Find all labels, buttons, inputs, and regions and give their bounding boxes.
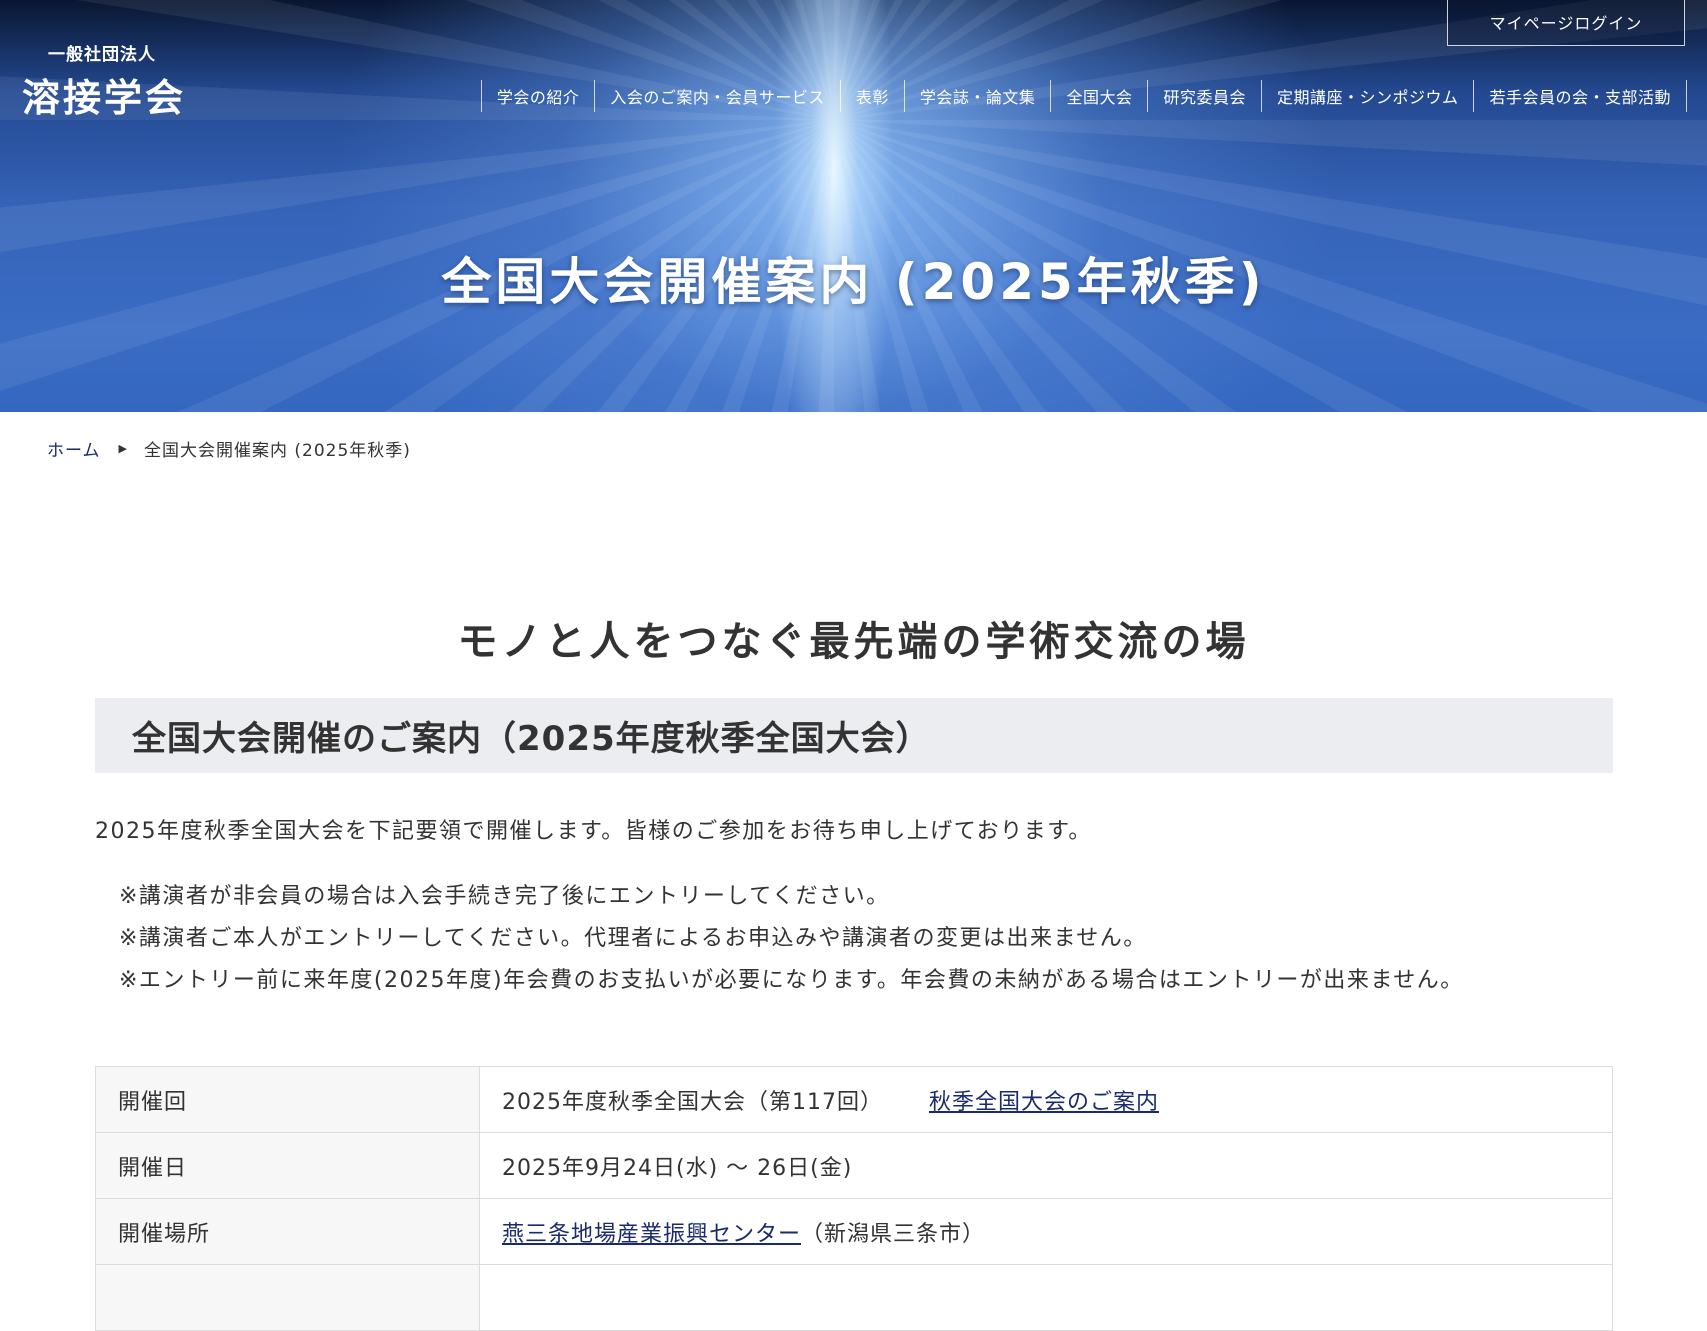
row-value (479, 1264, 1613, 1331)
nav-item-about[interactable]: 学会の紹介 (480, 80, 595, 112)
venue-link[interactable]: 燕三条地場産業振興センター (502, 1222, 801, 1247)
note-item: ※講演者が非会員の場合は入会手続き完了後にエントリーしてください。 (119, 884, 890, 909)
nav-item-young-members-branches[interactable]: 若手会員の会・支部活動 (1473, 80, 1687, 112)
table-row (95, 1264, 1613, 1331)
section-heading: 全国大会開催のご案内（2025年度秋季全国大会） (95, 698, 1613, 773)
nav-item-awards[interactable]: 表彰 (839, 80, 904, 112)
mypage-login-button[interactable]: マイページログイン (1447, 0, 1685, 46)
breadcrumb-home-link[interactable]: ホーム (47, 436, 101, 461)
session-name: 2025年度秋季全国大会（第117回） (502, 1089, 883, 1115)
venue-location: （新潟県三条市） (801, 1221, 986, 1247)
nav-item-research-committees[interactable]: 研究委員会 (1147, 80, 1261, 112)
row-label (95, 1264, 480, 1331)
breadcrumb-arrow-icon: ▶ (118, 442, 128, 455)
global-nav: 学会の紹介 入会のご案内・会員サービス 表彰 学会誌・論文集 全国大会 研究委員… (480, 80, 1687, 112)
nav-item-journals[interactable]: 学会誌・論文集 (903, 80, 1051, 112)
row-value: 2025年度秋季全国大会（第117回） 秋季全国大会のご案内 (479, 1066, 1613, 1133)
site-logo[interactable]: 一般社団法人 溶接学会 (22, 40, 186, 122)
breadcrumb: ホーム ▶ 全国大会開催案内 (2025年秋季) (47, 436, 411, 461)
intro-text: 2025年度秋季全国大会を下記要領で開催します。皆様のご参加をお待ち申し上げてお… (95, 819, 1092, 844)
row-label: 開催回 (95, 1066, 480, 1133)
row-label: 開催日 (95, 1132, 480, 1199)
note-item: ※講演者ご本人がエントリーしてください。代理者によるお申込みや講演者の変更は出来… (119, 926, 1147, 951)
note-item: ※エントリー前に来年度(2025年度)年会費のお支払いが必要になります。年会費の… (119, 968, 1464, 993)
table-row: 開催日 2025年9月24日(水) 〜 26日(金) (95, 1132, 1613, 1199)
logo-subtitle: 一般社団法人 (48, 45, 156, 65)
logo-title: 溶接学会 (22, 76, 187, 120)
row-value: 2025年9月24日(水) 〜 26日(金) (479, 1132, 1613, 1199)
autumn-meeting-guide-link[interactable]: 秋季全国大会のご案内 (929, 1090, 1159, 1115)
nav-item-national-meeting[interactable]: 全国大会 (1050, 80, 1147, 112)
nav-item-membership[interactable]: 入会のご案内・会員サービス (594, 80, 840, 112)
row-value: 燕三条地場産業振興センター（新潟県三条市） (479, 1198, 1613, 1265)
table-row: 開催場所 燕三条地場産業振興センター（新潟県三条市） (95, 1198, 1613, 1265)
row-label: 開催場所 (95, 1198, 480, 1265)
breadcrumb-current: 全国大会開催案内 (2025年秋季) (143, 441, 411, 461)
hero-header: 一般社団法人 溶接学会 マイページログイン 学会の紹介 入会のご案内・会員サービ… (0, 0, 1707, 412)
event-info-table: 開催回 2025年度秋季全国大会（第117回） 秋季全国大会のご案内 開催日 20… (95, 1066, 1613, 1331)
tagline-heading: モノと人をつなぐ最先端の学術交流の場 (457, 619, 1250, 666)
nav-item-courses-symposium[interactable]: 定期講座・シンポジウム (1260, 80, 1474, 112)
page-title: 全国大会開催案内 (2025年秋季) (441, 252, 1266, 311)
table-row: 開催回 2025年度秋季全国大会（第117回） 秋季全国大会のご案内 (95, 1066, 1613, 1133)
notes-list: ※講演者が非会員の場合は入会手続き完了後にエントリーしてください。 ※講演者ご本… (95, 876, 1585, 1002)
